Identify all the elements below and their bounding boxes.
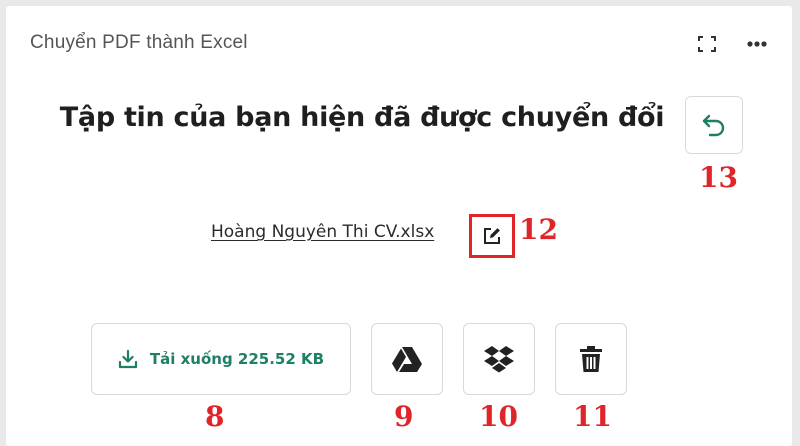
annotation-undo: 13 <box>699 161 738 194</box>
download-label: Tải xuống 225.52 KB <box>149 350 325 368</box>
card-title: Chuyển PDF thành Excel <box>30 32 248 53</box>
download-icon <box>118 349 138 369</box>
conversion-heading: Tập tin của bạn hiện đã được chuyển đổi <box>59 102 665 133</box>
download-button[interactable]: Tải xuống 225.52 KB <box>91 323 351 395</box>
edit-icon <box>484 228 500 244</box>
google-drive-icon <box>392 347 422 372</box>
file-name-link[interactable]: Hoàng Nguyên Thi CV.xlsx <box>211 222 434 242</box>
rename-button[interactable] <box>469 214 515 258</box>
undo-icon <box>702 114 725 137</box>
annotation-delete: 11 <box>573 400 612 433</box>
expand-icon[interactable] <box>698 36 716 52</box>
converter-card: Chuyển PDF thành Excel Tập tin của bạn h… <box>6 6 792 446</box>
delete-button[interactable] <box>555 323 627 395</box>
dropbox-icon <box>484 346 514 373</box>
more-options-icon[interactable] <box>746 34 768 54</box>
save-to-google-drive-button[interactable] <box>371 323 443 395</box>
save-to-dropbox-button[interactable] <box>463 323 535 395</box>
annotation-rename: 12 <box>519 213 558 246</box>
annotation-dropbox: 10 <box>479 400 518 433</box>
trash-icon <box>580 346 602 372</box>
undo-button[interactable] <box>685 96 743 154</box>
annotation-download: 8 <box>205 400 225 433</box>
annotation-google-drive: 9 <box>394 400 414 433</box>
